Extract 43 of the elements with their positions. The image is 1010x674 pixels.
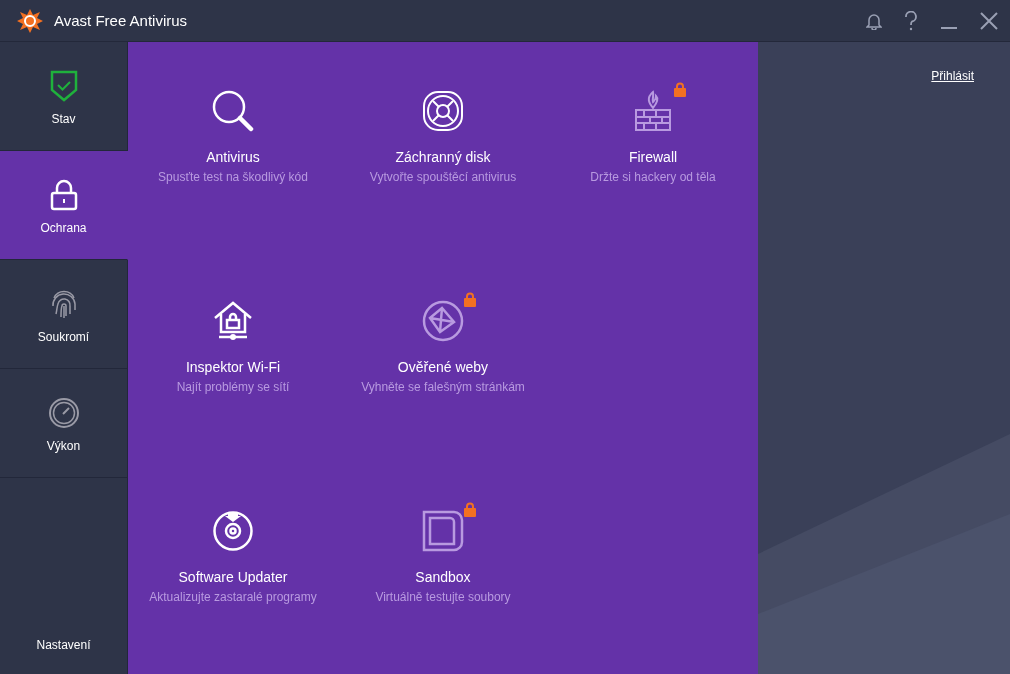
sandbox-square-icon (422, 510, 464, 552)
feature-description: Spusťte test na škodlivý kód (158, 170, 308, 184)
feature-tile[interactable]: Antivirus Spusťte test na škodlivý kód (144, 80, 322, 184)
bell-icon[interactable] (866, 11, 882, 30)
feature-tile[interactable]: Software Updater Aktualizujte zastaralé programy (135, 500, 331, 604)
help-icon[interactable] (904, 10, 918, 31)
brick-wall-flame-icon (632, 90, 674, 132)
feature-tile[interactable]: Inspektor Wi-Fi Najít problémy se sítí (162, 290, 304, 394)
feature-title: Firewall (628, 149, 678, 165)
feature-tile[interactable]: Sandbox Virtuálně testujte soubory (361, 500, 525, 604)
feature-title: Záchranný disk (395, 149, 491, 165)
feature-description: Aktualizujte zastaralé programy (149, 590, 317, 604)
feature-title: Sandbox (415, 569, 471, 585)
close-icon[interactable] (980, 11, 998, 30)
padlock-icon (49, 179, 78, 211)
lifebuoy-icon (422, 90, 464, 132)
feature-tile[interactable]: Záchranný disk Vytvořte spouštěcí antivirus (355, 80, 531, 184)
sidebar-label: Stav (51, 112, 76, 126)
gauge-icon (47, 397, 80, 429)
house-padlock-icon (212, 300, 254, 342)
disc-download-icon (212, 510, 254, 552)
fingerprint-icon (49, 288, 78, 320)
feature-description: Držte si hackery od těla (590, 170, 716, 184)
feature-description: Vytvořte spouštěcí antivirus (369, 170, 517, 184)
sidebar-label: Ochrana (40, 221, 87, 235)
sidebar-label: Soukromí (37, 330, 90, 344)
window-title: Avast Free Antivirus (54, 12, 188, 29)
feature-tile[interactable]: Firewall Držte si hackery od těla (576, 80, 730, 184)
login-link[interactable]: Přihlásit (931, 69, 974, 83)
sidebar-tab[interactable]: Ochrana (0, 151, 128, 260)
feature-description: Najít problémy se sítí (176, 380, 290, 394)
feature-title: Software Updater (178, 569, 288, 585)
feature-title: Inspektor Wi-Fi (185, 359, 281, 375)
feature-tile[interactable]: Ověřené weby Vyhněte se falešným stránkám (347, 290, 539, 394)
shield-check-icon (49, 70, 78, 102)
magnifier-icon (212, 90, 254, 132)
feature-title: Ověřené weby (397, 359, 489, 375)
feature-description: Vyhněte se falešným stránkám (361, 380, 525, 394)
sidebar-label: Výkon (46, 439, 81, 453)
globe-network-icon (422, 300, 464, 342)
feature-title: Antivirus (206, 149, 260, 165)
settings-link[interactable]: Nastavení (36, 638, 91, 652)
feature-description: Virtuálně testujte soubory (375, 590, 511, 604)
